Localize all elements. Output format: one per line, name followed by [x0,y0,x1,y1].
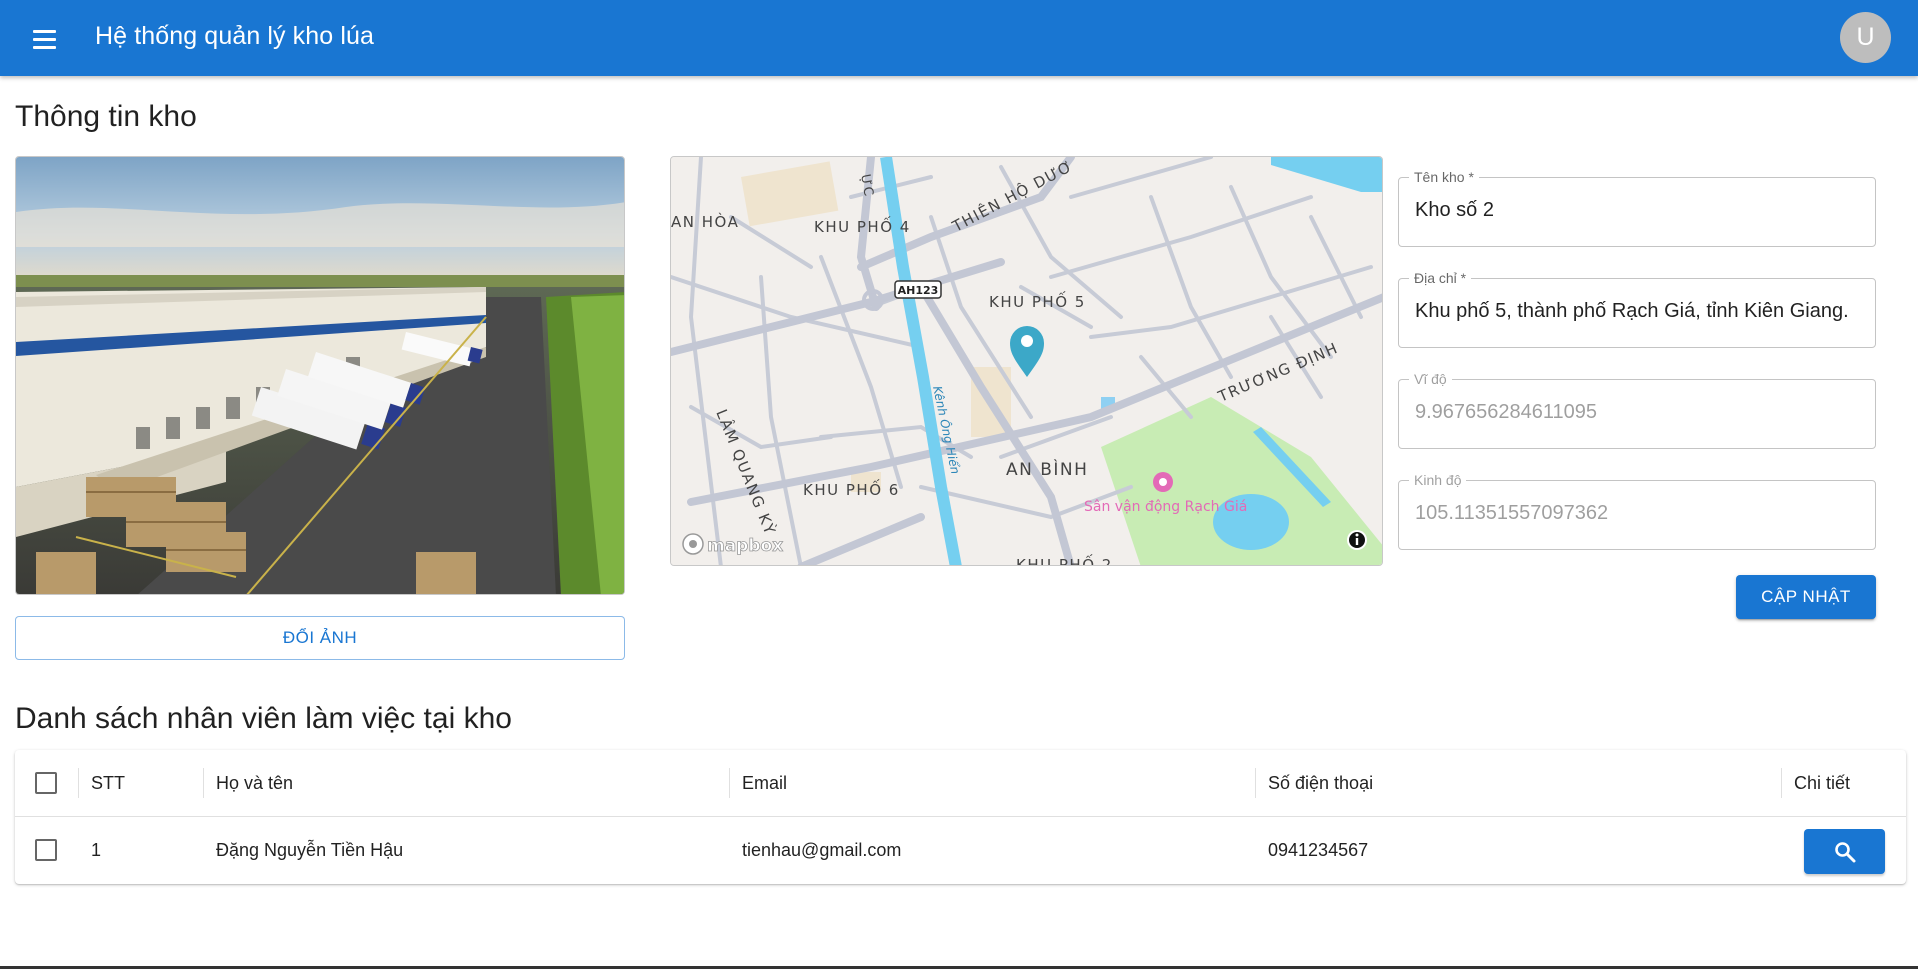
warehouse-name-field[interactable]: Tên kho * Kho số 2 [1398,169,1876,247]
column-header-detail[interactable]: Chi tiết [1794,750,1850,816]
svg-text:mapbox: mapbox [707,536,783,556]
latitude-label: Vĩ độ [1409,371,1452,387]
warehouse-photo [15,156,625,595]
map-label-an-hoa: AN HÒA [671,212,739,231]
map-label-stadium: Sân vận động Rạch Giá [1084,499,1247,515]
page-title: Thông tin kho [15,100,197,133]
map-label-an-binh: AN BÌNH [1006,458,1088,480]
column-header-name[interactable]: Họ và tên [216,750,293,816]
row-phone: 0941234567 [1268,840,1369,860]
address-input[interactable]: Khu phố 5, thành phố Rạch Giá, tỉnh Kiên… [1415,300,1849,323]
info-icon[interactable] [1347,530,1367,550]
change-photo-button[interactable]: ĐỔI ẢNH [15,616,625,660]
mapbox-logo: mapbox [682,533,784,556]
select-all-checkbox[interactable] [35,772,57,794]
avatar[interactable]: U [1840,12,1891,63]
column-header-email[interactable]: Email [742,750,787,816]
row-stt: 1 [91,840,102,860]
column-header-phone[interactable]: Số điện thoại [1268,750,1373,816]
app-title: Hệ thống quản lý kho lúa [95,22,374,50]
row-email: tienhau@gmail.com [742,840,902,860]
staff-section-title: Danh sách nhân viên làm việc tại kho [15,702,512,735]
update-button[interactable]: CẬP NHẬT [1736,575,1876,619]
column-header-stt[interactable]: STT [91,750,125,816]
table-header: STT Họ và tên Email Số điện thoại Chi ti… [15,750,1906,817]
app-bar: Hệ thống quản lý kho lúa U [0,0,1918,76]
warehouse-name-label: Tên kho * [1409,169,1479,185]
row-name: Đặng Nguyễn Tiền Hậu [216,840,404,860]
map-label-khu-pho-4: KHU PHỐ 4 [814,215,911,236]
address-label: Địa chỉ * [1409,270,1472,286]
longitude-label: Kinh độ [1409,472,1467,488]
table-row[interactable]: 1 Đặng Nguyễn Tiền Hậu tienhau@gmail.com… [15,817,1906,884]
row-checkbox[interactable] [35,839,57,861]
map-label-khu-pho-5: KHU PHỐ 5 [989,290,1086,311]
search-icon [1834,841,1855,862]
menu-icon[interactable] [27,22,61,56]
map-label-khu-pho-6: KHU PHỐ 6 [803,478,900,499]
staff-table: STT Họ và tên Email Số điện thoại Chi ti… [15,750,1906,884]
latitude-field: Vĩ độ 9.967656284611095 [1398,371,1876,449]
map-label-ah123: AH123 [898,284,939,297]
longitude-input: 105.11351557097362 [1415,502,1609,524]
address-field[interactable]: Địa chỉ * Khu phố 5, thành phố Rạch Giá,… [1398,270,1876,348]
detail-button[interactable] [1804,829,1885,874]
warehouse-name-input[interactable]: Kho số 2 [1415,199,1494,222]
map[interactable]: AH123 AN HÒA KHU PHỐ 4 THIÊN HỘ DƯƠ ỰC K… [670,156,1383,566]
longitude-field: Kinh độ 105.11351557097362 [1398,472,1876,550]
latitude-input: 9.967656284611095 [1415,401,1598,423]
